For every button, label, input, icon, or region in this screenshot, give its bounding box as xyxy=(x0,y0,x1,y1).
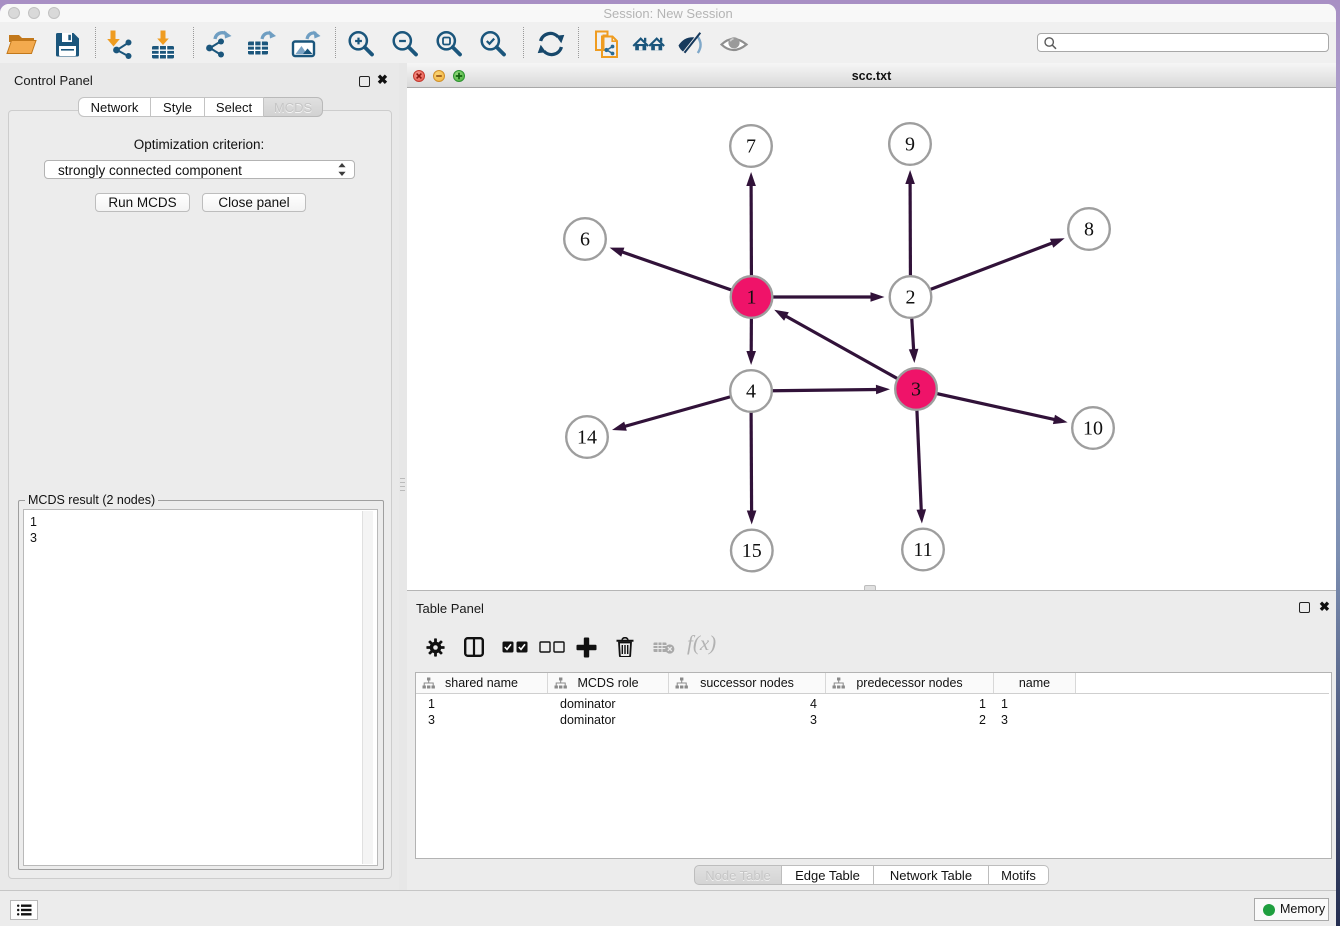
svg-text:10: 10 xyxy=(1083,418,1103,440)
svg-text:4: 4 xyxy=(746,381,756,403)
svg-text:6: 6 xyxy=(580,229,590,251)
svg-text:2: 2 xyxy=(906,287,916,309)
svg-text:3: 3 xyxy=(911,379,921,401)
svg-text:15: 15 xyxy=(742,540,762,562)
svg-text:9: 9 xyxy=(905,134,915,156)
svg-text:11: 11 xyxy=(913,539,932,561)
svg-text:1: 1 xyxy=(747,287,757,309)
svg-text:8: 8 xyxy=(1084,219,1094,241)
svg-text:7: 7 xyxy=(746,136,756,158)
svg-text:14: 14 xyxy=(577,427,597,449)
